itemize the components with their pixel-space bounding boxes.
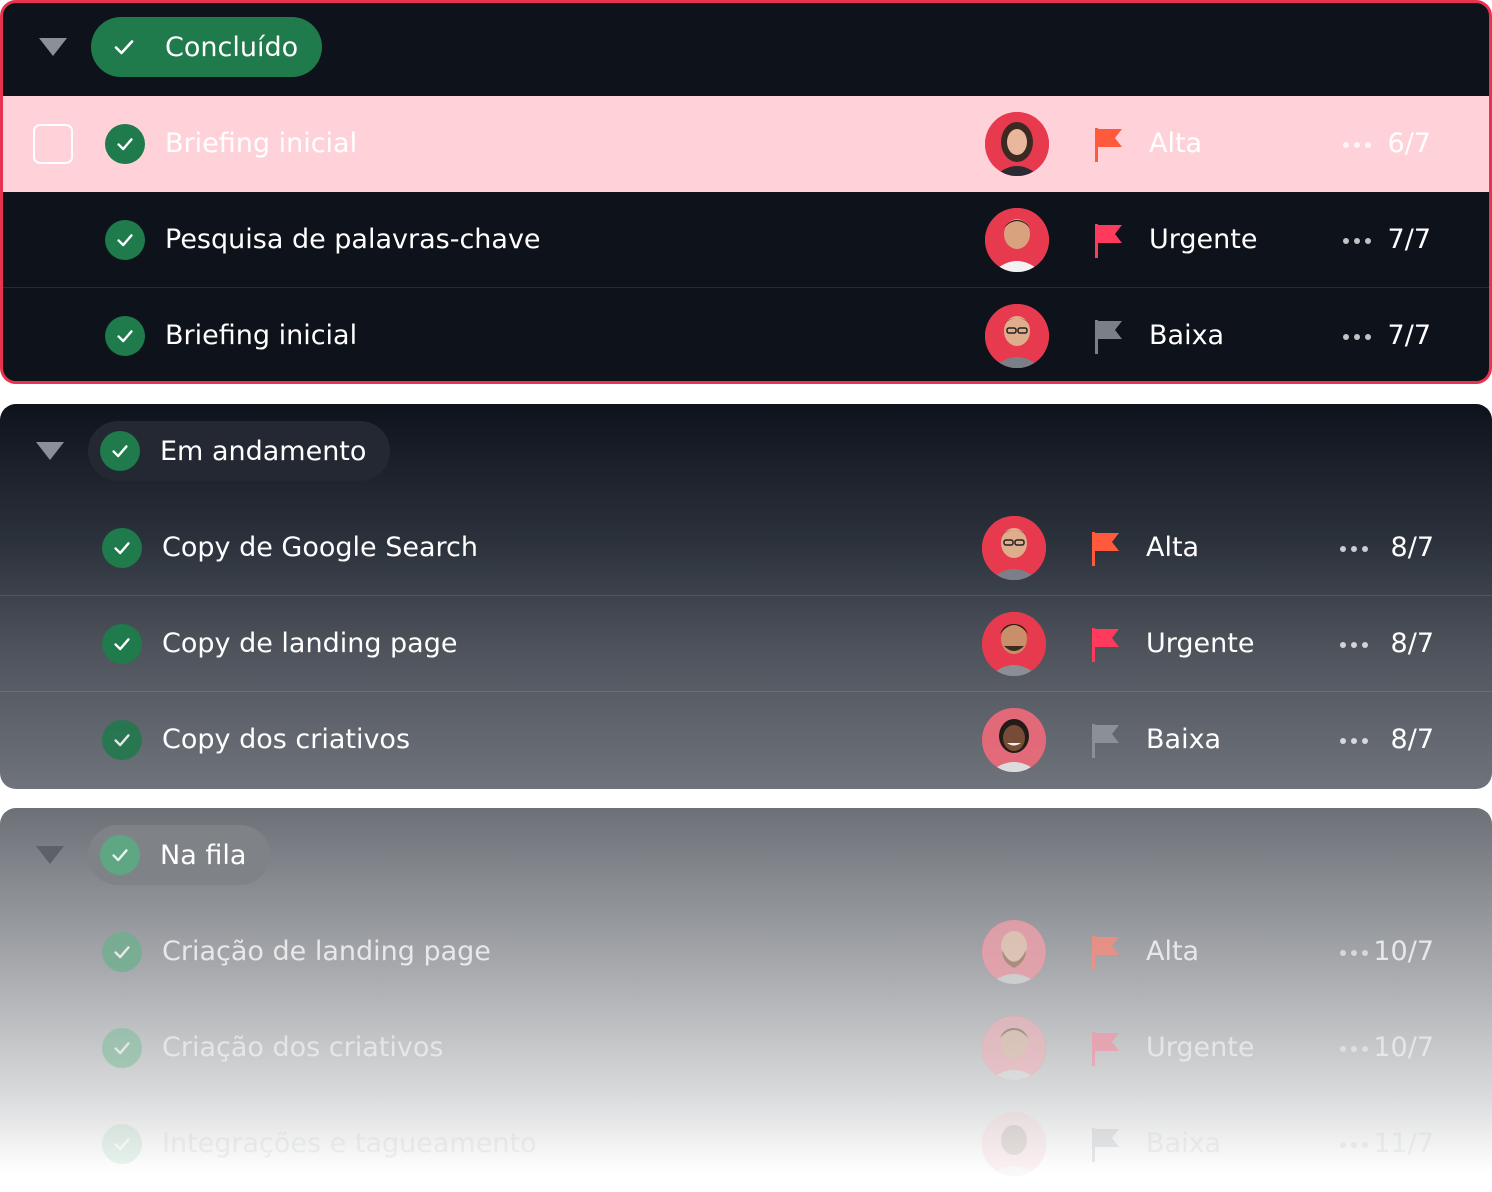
priority-label: Baixa xyxy=(1146,1128,1222,1159)
assignee-avatar[interactable] xyxy=(985,304,1049,368)
priority-label: Baixa xyxy=(1146,724,1222,755)
assignee-avatar[interactable] xyxy=(985,208,1049,272)
task-name[interactable]: Briefing inicial xyxy=(165,96,357,192)
task-name[interactable]: Briefing inicial xyxy=(165,288,357,381)
subtask-count: 10/7 xyxy=(1373,936,1434,967)
priority-flag-icon xyxy=(1092,724,1119,758)
priority-flag-icon xyxy=(1095,320,1122,354)
status-pill-label: Na fila xyxy=(160,839,247,871)
subtask-count: 8/7 xyxy=(1390,532,1434,563)
task-row[interactable]: Criação dos criativos Urgente 10/7 xyxy=(0,1000,1492,1096)
assignee-avatar[interactable] xyxy=(982,708,1046,772)
more-options-icon[interactable] xyxy=(1343,334,1371,340)
task-name[interactable]: Criação de landing page xyxy=(162,904,491,1000)
collapse-caret-icon[interactable] xyxy=(36,442,64,460)
group-header: Na fila xyxy=(0,808,1492,904)
group-header: Em andamento xyxy=(0,404,1492,500)
done-check-icon[interactable] xyxy=(102,1124,142,1164)
task-name[interactable]: Integrações e tagueamento xyxy=(162,1096,537,1192)
assignee-avatar[interactable] xyxy=(982,516,1046,580)
more-options-icon[interactable] xyxy=(1343,238,1371,244)
status-pill-label: Concluído xyxy=(165,31,299,63)
subtask-count: 8/7 xyxy=(1390,628,1434,659)
more-options-icon[interactable] xyxy=(1340,1142,1368,1148)
assignee-avatar[interactable] xyxy=(982,920,1046,984)
subtask-count: 8/7 xyxy=(1390,724,1434,755)
status-pill-na-fila[interactable]: Na fila xyxy=(88,825,271,885)
done-check-icon[interactable] xyxy=(105,220,145,260)
task-name[interactable]: Pesquisa de palavras-chave xyxy=(165,192,541,288)
assignee-avatar[interactable] xyxy=(982,1112,1046,1176)
priority-flag-icon xyxy=(1092,936,1119,970)
more-options-icon[interactable] xyxy=(1340,642,1368,648)
priority-flag-icon xyxy=(1095,224,1122,258)
done-check-icon[interactable] xyxy=(105,124,145,164)
more-options-icon[interactable] xyxy=(1340,738,1368,744)
done-check-icon[interactable] xyxy=(102,528,142,568)
priority-label: Urgente xyxy=(1149,224,1258,255)
subtask-count: 10/7 xyxy=(1373,1032,1434,1063)
task-name[interactable]: Criação dos criativos xyxy=(162,1000,443,1096)
task-row[interactable]: Briefing inicial Alta 6/7 xyxy=(3,96,1489,192)
collapse-caret-icon[interactable] xyxy=(39,38,67,56)
task-row[interactable]: Copy dos criativos Baixa 8/7 xyxy=(0,692,1492,788)
status-pill-label: Em andamento xyxy=(160,435,367,467)
task-name[interactable]: Copy de Google Search xyxy=(162,500,478,596)
priority-flag-icon xyxy=(1092,532,1119,566)
more-options-icon[interactable] xyxy=(1340,1046,1368,1052)
check-icon xyxy=(100,835,140,875)
task-row[interactable]: Copy de landing page Urgente 8/7 xyxy=(0,596,1492,692)
subtask-count: 7/7 xyxy=(1387,224,1431,255)
more-options-icon[interactable] xyxy=(1340,546,1368,552)
select-checkbox[interactable] xyxy=(33,124,73,164)
priority-label: Alta xyxy=(1149,128,1203,159)
assignee-avatar[interactable] xyxy=(982,1016,1046,1080)
task-row[interactable]: Criação de landing page Alta 10/7 xyxy=(0,904,1492,1000)
more-options-icon[interactable] xyxy=(1343,142,1371,148)
check-icon xyxy=(103,26,145,68)
priority-label: Alta xyxy=(1146,532,1200,563)
subtask-count: 7/7 xyxy=(1387,320,1431,351)
assignee-avatar[interactable] xyxy=(982,612,1046,676)
task-name[interactable]: Copy de landing page xyxy=(162,596,457,692)
more-options-icon[interactable] xyxy=(1340,950,1368,956)
task-row[interactable]: Integrações e tagueamento Baixa 11/7 xyxy=(0,1096,1492,1192)
done-check-icon[interactable] xyxy=(102,624,142,664)
subtask-count: 6/7 xyxy=(1387,128,1431,159)
task-row[interactable]: Copy de Google Search Alta 8/7 xyxy=(0,500,1492,596)
priority-flag-icon xyxy=(1092,1032,1119,1066)
priority-label: Urgente xyxy=(1146,1032,1255,1063)
priority-flag-icon xyxy=(1092,1128,1119,1162)
task-row[interactable]: Pesquisa de palavras-chave Urgente 7/7 xyxy=(3,192,1489,288)
done-check-icon[interactable] xyxy=(102,932,142,972)
task-group-concluido: Concluído Briefing inicial Alta 6/7 Pesq… xyxy=(0,0,1492,384)
done-check-icon[interactable] xyxy=(102,1028,142,1068)
status-pill-concluido[interactable]: Concluído xyxy=(91,17,323,77)
done-check-icon[interactable] xyxy=(105,316,145,356)
group-header: Concluído xyxy=(3,3,1489,96)
collapse-caret-icon[interactable] xyxy=(36,846,64,864)
priority-label: Urgente xyxy=(1146,628,1255,659)
task-row[interactable]: Briefing inicial Baixa 7/7 xyxy=(3,288,1489,381)
subtask-count: 11/7 xyxy=(1373,1128,1434,1159)
assignee-avatar[interactable] xyxy=(985,112,1049,176)
check-icon xyxy=(100,431,140,471)
priority-label: Baixa xyxy=(1149,320,1225,351)
task-group-em-andamento: Em andamento Copy de Google Search Alta … xyxy=(0,404,1492,789)
priority-flag-icon xyxy=(1095,128,1122,162)
done-check-icon[interactable] xyxy=(102,720,142,760)
task-group-na-fila: Na fila Criação de landing page Alta 10/… xyxy=(0,808,1492,1192)
status-pill-em-andamento[interactable]: Em andamento xyxy=(88,421,391,481)
priority-label: Alta xyxy=(1146,936,1200,967)
task-name[interactable]: Copy dos criativos xyxy=(162,692,410,788)
priority-flag-icon xyxy=(1092,628,1119,662)
